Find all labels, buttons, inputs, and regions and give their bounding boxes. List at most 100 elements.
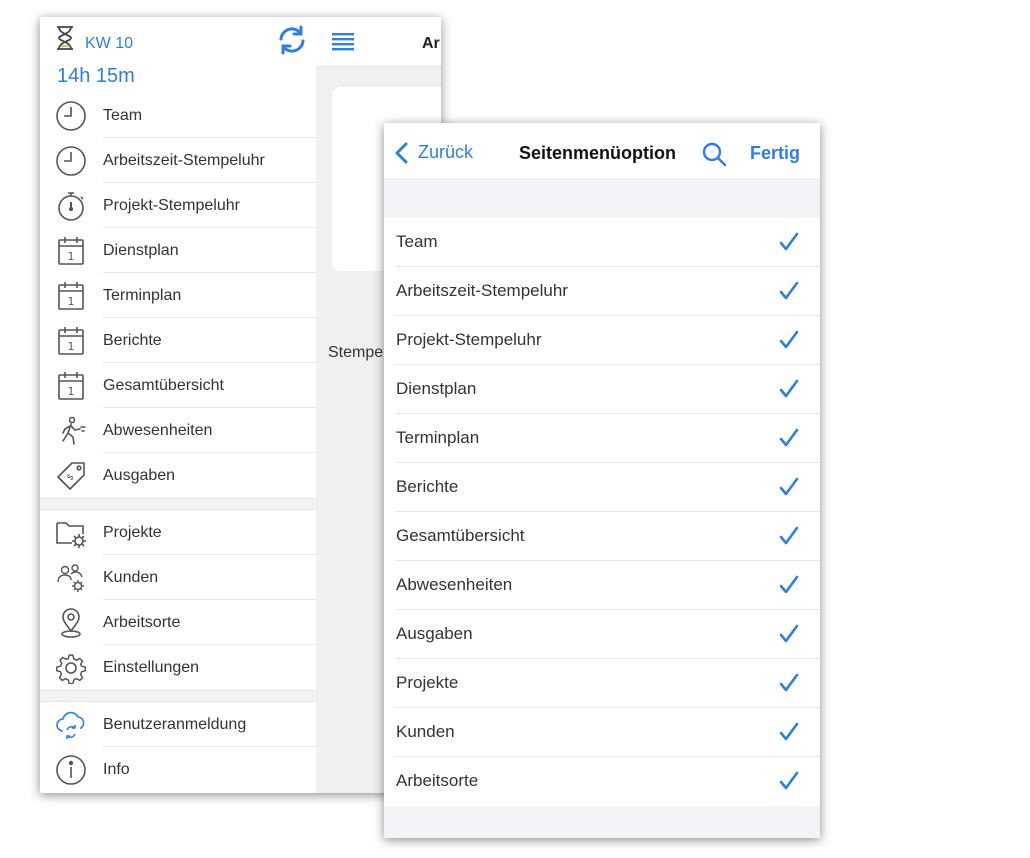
gear-icon <box>55 652 87 685</box>
sidebar-item[interactable]: Team <box>40 93 316 138</box>
folder-gear-icon <box>55 517 87 549</box>
sidebar-header: KW 10 14h 15m <box>40 17 316 93</box>
location-pin-icon <box>55 607 87 639</box>
menu-group-divider <box>40 498 316 510</box>
sidebar-item[interactable]: Projekte <box>40 510 316 555</box>
running-person-icon <box>55 415 87 447</box>
hamburger-menu-icon[interactable] <box>332 33 354 51</box>
sidebar-item[interactable]: Abwesenheiten <box>40 408 316 453</box>
done-button[interactable]: Fertig <box>750 143 800 164</box>
sidebar-item-label: Dienstplan <box>103 242 179 259</box>
option-row[interactable]: Dienstplan <box>384 365 820 414</box>
calendar-icon: 1 <box>55 235 87 267</box>
option-row[interactable]: Kunden <box>384 708 820 757</box>
option-label: Arbeitsorte <box>396 771 479 790</box>
menu-group-divider <box>40 690 316 702</box>
sidebar-item[interactable]: $ Ausgaben <box>40 453 316 498</box>
svg-text:$: $ <box>65 472 76 483</box>
option-row[interactable]: Abwesenheiten <box>384 561 820 610</box>
checkmark-icon <box>778 525 800 547</box>
calendar-icon: 1 <box>55 370 87 402</box>
sidebar-item-label: Terminplan <box>103 287 182 304</box>
sidebar-item-label: Einstellungen <box>103 659 200 676</box>
checkmark-icon <box>778 476 800 498</box>
checkmark-icon <box>778 770 800 792</box>
sidebar-item-label: Abwesenheiten <box>103 422 213 439</box>
hours-label: 14h 15m <box>57 65 135 87</box>
checkmark-icon <box>778 231 800 253</box>
option-label: Arbeitszeit-Stempeluhr <box>396 281 568 300</box>
options-screen: Zurück Seitenmenüoption Fertig Team Arbei… <box>384 123 820 838</box>
checkmark-icon <box>778 574 800 596</box>
main-text: Stempe <box>328 344 384 361</box>
sidebar-item-label: Gesamtübersicht <box>103 377 224 394</box>
hourglass-icon <box>55 25 75 51</box>
sidebar-item-label: Arbeitszeit-Stempeluhr <box>103 152 265 169</box>
sidebar-screen: Ar Stempe KW 10 14h 15m Team Arbeitszeit-… <box>40 17 441 793</box>
option-row[interactable]: Projekt-Stempeluhr <box>384 316 820 365</box>
sidebar-item-label: Info <box>103 761 130 778</box>
sidebar-item[interactable]: 1 Terminplan <box>40 273 316 318</box>
checkmark-icon <box>778 280 800 302</box>
sidebar-item-label: Berichte <box>103 332 162 349</box>
sidebar-item[interactable]: Projekt-Stempeluhr <box>40 183 316 228</box>
option-row[interactable]: Arbeitsorte <box>384 757 820 806</box>
sidebar-item[interactable]: 1 Berichte <box>40 318 316 363</box>
option-row[interactable]: Ausgaben <box>384 610 820 659</box>
main-page-title: Ar <box>422 35 440 52</box>
sidebar-menu: Team Arbeitszeit-Stempeluhr Projekt-Stempe… <box>40 93 316 792</box>
checkmark-icon <box>778 623 800 645</box>
option-label: Abwesenheiten <box>396 575 513 594</box>
sidebar-item-label: Projekt-Stempeluhr <box>103 197 240 214</box>
search-icon[interactable] <box>701 141 727 167</box>
svg-text:1: 1 <box>68 340 75 353</box>
calendar-icon: 1 <box>55 325 87 357</box>
sidebar: KW 10 14h 15m Team Arbeitszeit-Stempeluhr… <box>40 17 316 793</box>
sidebar-item[interactable]: 1 Dienstplan <box>40 228 316 273</box>
sync-icon[interactable] <box>276 24 308 56</box>
sidebar-item[interactable]: Info <box>40 747 316 792</box>
stopwatch-icon <box>55 190 87 222</box>
sidebar-item[interactable]: Einstellungen <box>40 645 316 690</box>
option-row[interactable]: Gesamtübersicht <box>384 512 820 561</box>
sidebar-item-label: Benutzeranmeldung <box>103 716 247 733</box>
sidebar-item[interactable]: Arbeitsorte <box>40 600 316 645</box>
chevron-left-icon <box>394 142 408 164</box>
option-row[interactable]: Team <box>384 218 820 267</box>
svg-text:1: 1 <box>68 250 75 263</box>
sidebar-item[interactable]: 1 Gesamtübersicht <box>40 363 316 408</box>
sidebar-item[interactable]: Arbeitszeit-Stempeluhr <box>40 138 316 183</box>
option-row[interactable]: Arbeitszeit-Stempeluhr <box>384 267 820 316</box>
page-title: Seitenmenüoption <box>519 143 676 163</box>
option-label: Berichte <box>396 477 459 496</box>
clock-icon <box>55 145 87 177</box>
option-label: Projekte <box>396 673 459 692</box>
sidebar-item[interactable]: Kunden <box>40 555 316 600</box>
sidebar-item-label: Arbeitsorte <box>103 614 181 631</box>
checkmark-icon <box>778 721 800 743</box>
info-icon <box>55 754 87 786</box>
option-label: Terminplan <box>396 428 480 447</box>
main-top-bar: Ar <box>316 17 441 65</box>
option-label: Ausgaben <box>396 624 473 643</box>
week-label: KW 10 <box>85 35 134 52</box>
option-row[interactable]: Projekte <box>384 659 820 708</box>
calendar-icon: 1 <box>55 280 87 312</box>
sidebar-item-label: Ausgaben <box>103 467 176 484</box>
sidebar-item-label: Team <box>103 107 143 124</box>
option-label: Dienstplan <box>396 379 477 398</box>
option-label: Kunden <box>396 722 455 741</box>
option-row[interactable]: Berichte <box>384 463 820 512</box>
clock-icon <box>55 100 87 132</box>
checkmark-icon <box>778 427 800 449</box>
price-tag-icon: $ <box>55 460 87 492</box>
option-label: Projekt-Stempeluhr <box>396 330 542 349</box>
option-label: Team <box>396 232 438 251</box>
option-row[interactable]: Terminplan <box>384 414 820 463</box>
sidebar-item-label: Kunden <box>103 569 159 586</box>
option-label: Gesamtübersicht <box>396 526 525 545</box>
sidebar-item[interactable]: Benutzeranmeldung <box>40 702 316 747</box>
nav-bar: Zurück Seitenmenüoption Fertig <box>384 123 820 178</box>
people-gear-icon <box>55 562 87 594</box>
checkmark-icon <box>778 672 800 694</box>
